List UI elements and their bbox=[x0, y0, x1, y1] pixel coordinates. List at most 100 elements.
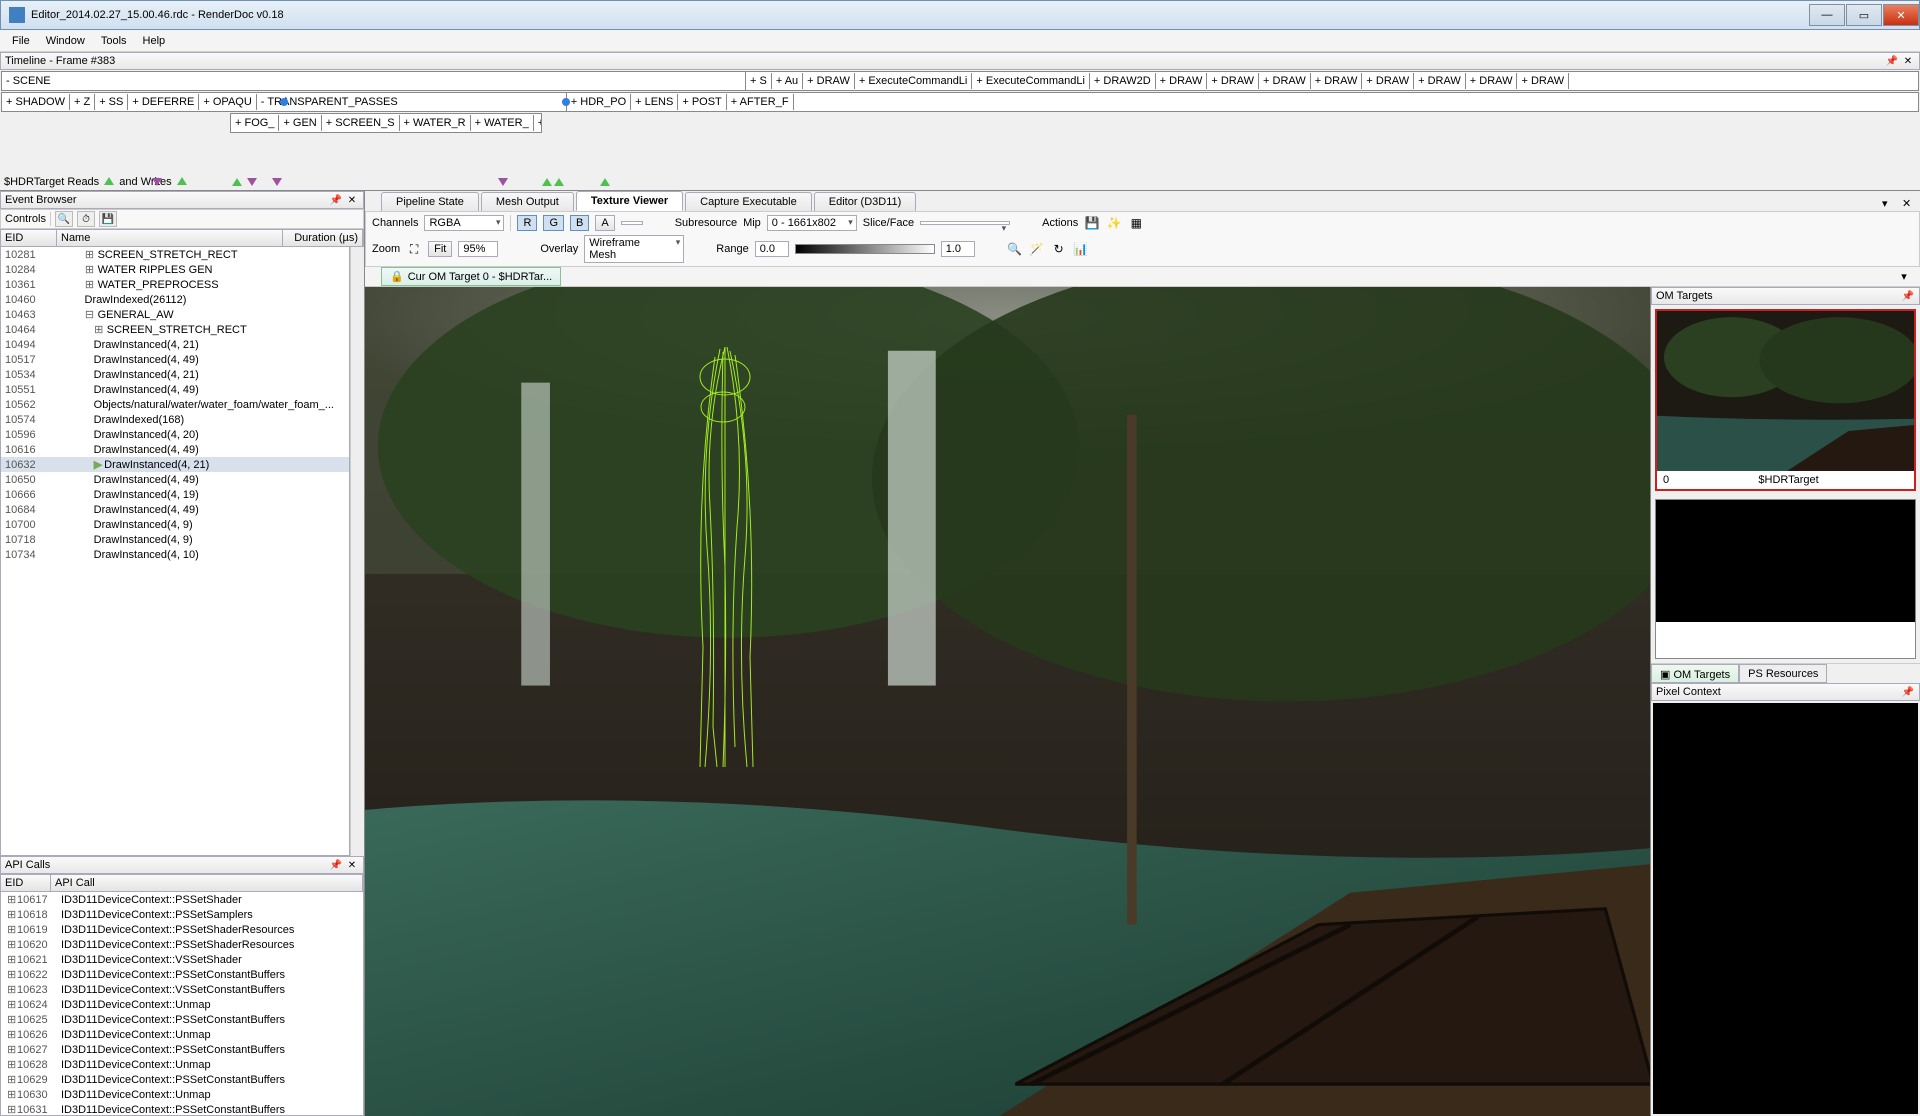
api-calls-list[interactable]: ⊞10617ID3D11DeviceContext::PSSetShader⊞1… bbox=[0, 892, 364, 1116]
menu-file[interactable]: File bbox=[4, 33, 38, 49]
api-call-row[interactable]: ⊞10620ID3D11DeviceContext::PSSetShaderRe… bbox=[1, 937, 363, 952]
timeline-row-3[interactable]: + FOG_+ GEN+ SCREEN_S+ WATER_R+ WATER_+ … bbox=[230, 113, 542, 133]
timeline-cell[interactable]: + Au bbox=[772, 73, 803, 89]
timeline-header[interactable]: Timeline - Frame #383 📌 ✕ bbox=[0, 52, 1920, 70]
save-icon[interactable]: 💾 bbox=[1084, 215, 1100, 231]
zoom-fit-icon[interactable]: ⛶ bbox=[406, 241, 422, 257]
fit-button[interactable]: Fit bbox=[428, 241, 452, 257]
pixel-context-view[interactable] bbox=[1653, 703, 1918, 1114]
timeline-cell[interactable]: + LENS bbox=[631, 94, 678, 110]
menu-window[interactable]: Window bbox=[38, 33, 93, 49]
event-row[interactable]: 10551 DrawInstanced(4, 49) bbox=[1, 382, 349, 397]
timeline-cell[interactable]: + DRAW2D bbox=[1090, 73, 1156, 89]
timeline-cell[interactable]: + FOG_ bbox=[231, 115, 279, 131]
col-name[interactable]: Name bbox=[57, 230, 283, 246]
timeline-cell[interactable]: + DRAW bbox=[1517, 73, 1569, 89]
col-eid[interactable]: EID bbox=[1, 875, 51, 891]
timeline-cell[interactable]: + DEFERRE bbox=[128, 94, 199, 110]
timeline-cell[interactable]: + AFTER_F bbox=[727, 94, 794, 110]
tl-scene[interactable]: - SCENE bbox=[2, 72, 746, 90]
timeline-cell[interactable]: + DRAW bbox=[1311, 73, 1363, 89]
api-call-row[interactable]: ⊞10621ID3D11DeviceContext::VSSetShader bbox=[1, 952, 363, 967]
range-slider[interactable] bbox=[795, 244, 935, 254]
api-call-row[interactable]: ⊞10625ID3D11DeviceContext::PSSetConstant… bbox=[1, 1012, 363, 1027]
timeline-cell[interactable]: + DRAW bbox=[803, 73, 855, 89]
minimize-button[interactable]: — bbox=[1809, 4, 1845, 26]
maximize-button[interactable]: ▭ bbox=[1846, 4, 1882, 26]
event-tree[interactable]: 10281 ⊞ SCREEN_STRETCH_RECT10284 ⊞ WATER… bbox=[0, 247, 350, 856]
timeline-cell[interactable]: + DRAW bbox=[1259, 73, 1311, 89]
event-row[interactable]: 10596 DrawInstanced(4, 20) bbox=[1, 427, 349, 442]
timeline-cell[interactable]: + S bbox=[746, 73, 772, 89]
event-row[interactable]: 10574 DrawIndexed(168) bbox=[1, 412, 349, 427]
timeline-cell[interactable]: + ExecuteCommandLi bbox=[855, 73, 973, 89]
event-row[interactable]: 10734 DrawInstanced(4, 10) bbox=[1, 547, 349, 562]
timeline-row-2[interactable]: + SHADOW+ Z+ SS+ DEFERRE+ OPAQU - TRANSP… bbox=[1, 92, 1919, 112]
range-lo[interactable]: 0.0 bbox=[755, 241, 789, 257]
api-call-row[interactable]: ⊞10622ID3D11DeviceContext::PSSetConstant… bbox=[1, 967, 363, 982]
timeline-cell[interactable]: + OPAQU bbox=[199, 94, 256, 110]
save-icon[interactable]: 💾 bbox=[99, 211, 117, 227]
event-row[interactable]: 10361 ⊞ WATER_PREPROCESS bbox=[1, 277, 349, 292]
slice-select[interactable] bbox=[920, 221, 1010, 225]
api-call-row[interactable]: ⊞10628ID3D11DeviceContext::Unmap bbox=[1, 1057, 363, 1072]
clock-icon[interactable]: ⏱ bbox=[77, 211, 95, 227]
event-row[interactable]: 10650 DrawInstanced(4, 49) bbox=[1, 472, 349, 487]
timeline-cell[interactable]: + SHADOW bbox=[2, 94, 70, 110]
event-row[interactable]: 10281 ⊞ SCREEN_STRETCH_RECT bbox=[1, 247, 349, 262]
timeline-cell[interactable]: + GEN bbox=[534, 115, 542, 131]
dropdown-icon[interactable]: ▾ bbox=[1882, 197, 1896, 211]
menu-help[interactable]: Help bbox=[135, 33, 174, 49]
dropdown-icon[interactable]: ▾ bbox=[1896, 270, 1912, 283]
event-browser-header[interactable]: Event Browser 📌 ✕ bbox=[0, 191, 364, 209]
api-call-row[interactable]: ⊞10630ID3D11DeviceContext::Unmap bbox=[1, 1087, 363, 1102]
tl-transparent[interactable]: - TRANSPARENT_PASSES bbox=[257, 93, 567, 111]
event-row[interactable]: 10284 ⊞ WATER RIPPLES GEN bbox=[1, 262, 349, 277]
timeline-cell[interactable]: + POST bbox=[678, 94, 726, 110]
event-row[interactable]: 10684 DrawInstanced(4, 49) bbox=[1, 502, 349, 517]
api-call-row[interactable]: ⊞10624ID3D11DeviceContext::Unmap bbox=[1, 997, 363, 1012]
event-row[interactable]: 10517 DrawInstanced(4, 49) bbox=[1, 352, 349, 367]
channels-select[interactable]: RGBA bbox=[424, 215, 504, 231]
tab-pipeline-state[interactable]: Pipeline State bbox=[381, 192, 479, 211]
zoom-icon[interactable]: 🔍 bbox=[1007, 241, 1023, 257]
close-icon[interactable]: ✕ bbox=[345, 193, 359, 207]
range-hi[interactable]: 1.0 bbox=[941, 241, 975, 257]
pixel-context-header[interactable]: Pixel Context 📌 bbox=[1651, 683, 1920, 701]
timeline-cell[interactable]: + GEN bbox=[279, 115, 321, 131]
subtab-om-targets[interactable]: ▣ OM Targets bbox=[1651, 664, 1739, 683]
timeline-cell[interactable]: + Z bbox=[70, 94, 95, 110]
pin-icon[interactable]: 📌 bbox=[329, 858, 343, 872]
event-row[interactable]: 10534 DrawInstanced(4, 21) bbox=[1, 367, 349, 382]
timeline-cell[interactable]: + HDR_PO bbox=[567, 94, 631, 110]
api-call-row[interactable]: ⊞10629ID3D11DeviceContext::PSSetConstant… bbox=[1, 1072, 363, 1087]
pin-icon[interactable]: 📌 bbox=[329, 193, 343, 207]
event-row[interactable]: 10463 ⊟ GENERAL_AW bbox=[1, 307, 349, 322]
swatch-white[interactable] bbox=[621, 221, 643, 225]
histogram-icon[interactable]: 📊 bbox=[1073, 241, 1089, 257]
api-call-row[interactable]: ⊞10626ID3D11DeviceContext::Unmap bbox=[1, 1027, 363, 1042]
wand-icon[interactable]: ✨ bbox=[1106, 215, 1122, 231]
grid-icon[interactable]: ▦ bbox=[1128, 215, 1144, 231]
event-row[interactable]: 10700 DrawInstanced(4, 9) bbox=[1, 517, 349, 532]
overlay-select[interactable]: Wireframe Mesh bbox=[584, 235, 684, 263]
om-target-thumb-1[interactable] bbox=[1655, 499, 1916, 659]
close-icon[interactable]: ✕ bbox=[1902, 197, 1916, 211]
scrollbar[interactable] bbox=[350, 247, 364, 856]
tab-capture-executable[interactable]: Capture Executable bbox=[685, 192, 812, 211]
channel-g-button[interactable]: G bbox=[543, 215, 564, 231]
col-eid[interactable]: EID bbox=[1, 230, 57, 246]
texture-view-main[interactable] bbox=[365, 287, 1650, 1116]
timeline-row-1[interactable]: - SCENE + S+ Au+ DRAW+ ExecuteCommandLi+… bbox=[1, 71, 1919, 91]
pin-icon[interactable]: 📌 bbox=[1901, 289, 1915, 303]
timeline-cell[interactable]: + WATER_R bbox=[400, 115, 471, 131]
mip-select[interactable]: 0 - 1661x802 bbox=[767, 215, 857, 231]
timeline-cell[interactable]: + DRAW bbox=[1466, 73, 1518, 89]
event-row[interactable]: 10632 ▶DrawInstanced(4, 21) bbox=[1, 457, 349, 472]
timeline-cell[interactable]: + DRAW bbox=[1156, 73, 1208, 89]
col-api-call[interactable]: API Call bbox=[51, 875, 363, 891]
channel-b-button[interactable]: B bbox=[570, 215, 589, 231]
tab-texture-viewer[interactable]: Texture Viewer bbox=[576, 191, 683, 211]
close-icon[interactable]: ✕ bbox=[345, 858, 359, 872]
api-call-row[interactable]: ⊞10623ID3D11DeviceContext::VSSetConstant… bbox=[1, 982, 363, 997]
